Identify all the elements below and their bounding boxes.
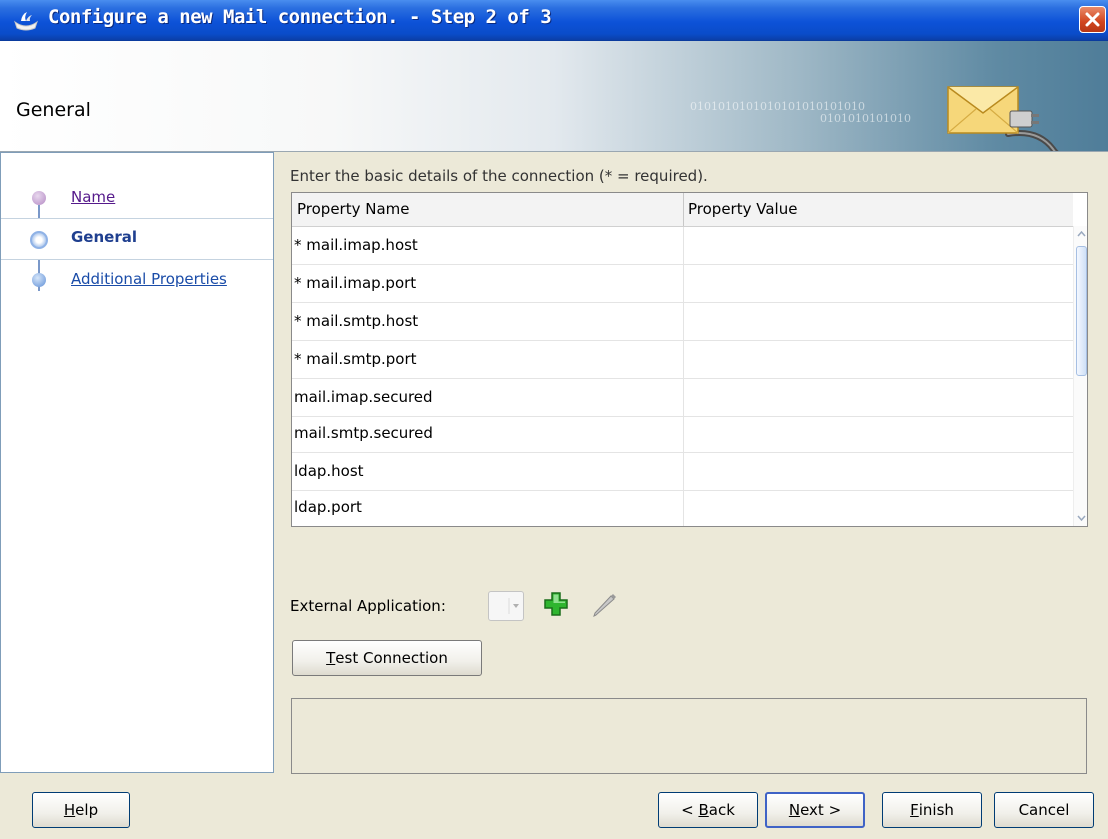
next-button[interactable]: Next > [765,792,865,828]
table-row[interactable]: ldap.port [292,489,1074,526]
property-name-cell: * mail.smtp.port [294,350,417,368]
scroll-down-arrow-icon[interactable] [1074,510,1088,526]
property-value-cell[interactable] [683,303,1074,340]
column-header-property-name[interactable]: Property Name [297,200,410,218]
current-step-icon [30,231,48,249]
button-prefix: < [681,801,699,819]
property-value-cell[interactable] [683,379,1074,416]
close-button[interactable] [1079,6,1106,33]
wizard-header: General 0101010101010101010101010 010101… [0,41,1108,152]
step-dot-icon [32,191,46,205]
sidebar-item-label: Name [71,188,116,206]
mnemonic-letter: H [63,801,76,819]
plus-icon[interactable] [543,591,569,617]
jdeveloper-cup-icon [14,12,38,31]
sidebar-item-name[interactable]: Name [1,180,273,210]
mnemonic-letter: B [698,801,709,819]
property-name-cell: mail.smtp.secured [294,424,433,442]
table-row[interactable]: mail.smtp.secured [292,415,1073,453]
button-label: elp [75,801,99,819]
external-application-dropdown[interactable] [488,591,524,621]
close-icon [1085,12,1100,27]
window-title: Configure a new Mail connection. - Step … [48,6,552,28]
external-application-label: External Application: [290,597,446,615]
property-name-cell: mail.imap.secured [294,388,433,406]
table-row[interactable]: * mail.imap.host [292,227,1073,265]
sidebar-item-additional-properties[interactable]: Additional Properties [1,261,273,293]
finish-button[interactable]: Finish [882,792,982,828]
button-label: Cancel [1018,801,1070,819]
sidebar-item-label: General [71,228,137,246]
pencil-icon[interactable] [590,591,618,619]
chevron-down-icon [508,598,519,614]
mnemonic-letter: T [326,649,336,667]
property-value-cell[interactable] [683,227,1074,264]
property-value-cell[interactable] [683,415,1074,452]
help-button[interactable]: Help [32,792,130,828]
test-connection-button[interactable]: Test Connection [292,640,482,676]
property-name-cell: ldap.host [294,462,364,480]
table-row[interactable]: * mail.smtp.port [292,341,1073,379]
step-dot-icon [32,273,46,287]
sidebar-item-label: Additional Properties [71,270,227,288]
connection-status-area [291,698,1087,774]
header-binary-decoration: 0101010101010101010101010 0101010101010 [690,101,911,125]
instructions-text: Enter the basic details of the connectio… [290,167,708,185]
button-label: inish [918,801,954,819]
button-label: est Connection [335,649,448,667]
property-name-cell: * mail.smtp.host [294,312,419,330]
table-row[interactable]: * mail.imap.port [292,265,1073,303]
button-label: ack [708,801,735,819]
wizard-steps-sidebar: Name General Additional Properties [0,152,274,773]
scroll-up-arrow-icon[interactable] [1074,226,1088,242]
property-value-cell[interactable] [683,489,1074,526]
binary-text-line-2: 0101010101010 [820,112,911,125]
sidebar-item-general[interactable]: General [1,218,273,260]
table-header: Property Name Property Value [292,193,1073,227]
table-row[interactable]: * mail.smtp.host [292,303,1073,341]
page-title: General [16,99,91,121]
column-header-property-value[interactable]: Property Value [688,200,797,218]
mail-envelope-icon [947,86,1059,151]
property-name-cell: * mail.imap.host [294,236,418,254]
cancel-button[interactable]: Cancel [994,792,1094,828]
mnemonic-letter: F [910,801,919,819]
table-row[interactable]: mail.imap.secured [292,379,1073,417]
mnemonic-letter: N [788,801,801,819]
property-value-cell[interactable] [683,341,1074,378]
back-button[interactable]: < Back [658,792,758,828]
table-vertical-scrollbar[interactable] [1073,226,1088,526]
title-bar[interactable]: Configure a new Mail connection. - Step … [0,0,1108,41]
column-divider [683,193,684,226]
button-label: ext > [800,801,842,819]
property-value-cell[interactable] [683,453,1074,490]
property-name-cell: * mail.imap.port [294,274,417,292]
property-name-cell: ldap.port [294,498,362,516]
scroll-thumb[interactable] [1076,246,1087,376]
property-value-cell[interactable] [683,265,1074,302]
properties-table[interactable]: Property Name Property Value * mail.imap… [291,192,1088,527]
table-row[interactable]: ldap.host [292,453,1073,491]
